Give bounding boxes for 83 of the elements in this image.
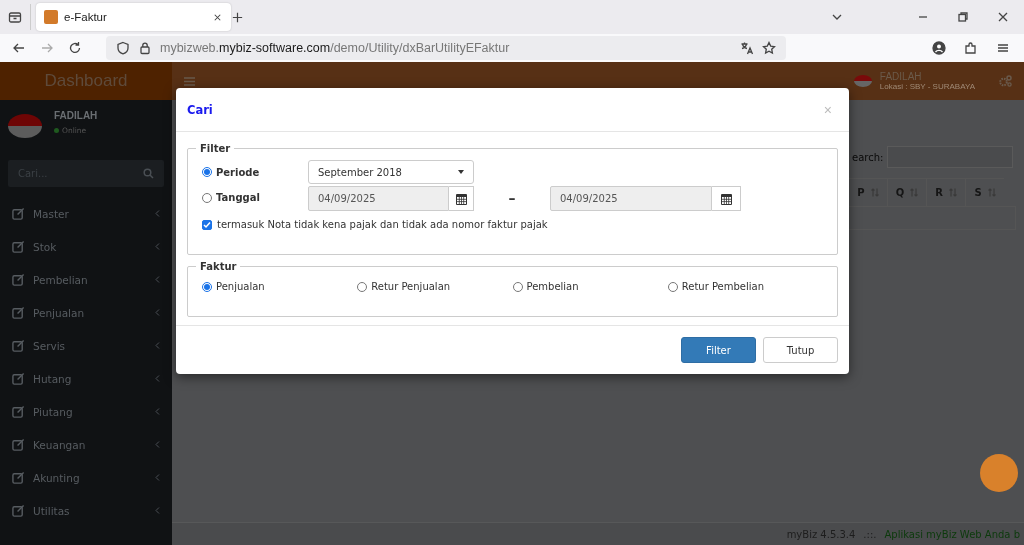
edit-icon: [12, 405, 25, 418]
sidebar-item[interactable]: Utilitas: [0, 494, 172, 527]
chevron-left-icon: [155, 507, 160, 514]
range-separator: –: [507, 189, 517, 206]
radio-label[interactable]: Retur Pembelian: [681, 281, 765, 292]
edit-icon: [12, 240, 25, 253]
radio-label[interactable]: Tanggal: [216, 192, 260, 203]
flag-icon: [853, 75, 872, 87]
sort-icon: [987, 188, 996, 197]
restore-icon[interactable]: [956, 10, 970, 24]
chevron-left-icon: [155, 276, 160, 283]
reload-icon[interactable]: [68, 41, 82, 55]
close-button[interactable]: Tutup: [763, 337, 838, 363]
chevron-left-icon: [155, 408, 160, 415]
site-icon: [44, 10, 58, 24]
close-icon[interactable]: [996, 10, 1010, 24]
brand-title[interactable]: Dashboard: [0, 62, 172, 100]
edit-icon: [12, 273, 25, 286]
shield-icon: [116, 41, 130, 55]
bookmark-star-icon[interactable]: [762, 41, 776, 55]
extensions-icon[interactable]: [964, 41, 978, 55]
calendar-button[interactable]: [712, 186, 741, 211]
translate-icon[interactable]: [740, 41, 754, 55]
chevron-left-icon: [155, 210, 160, 217]
edit-icon: [12, 207, 25, 220]
avatar-flag: [8, 114, 42, 138]
checkbox[interactable]: [202, 219, 212, 230]
checkbox-label[interactable]: termasuk Nota tidak kena pajak dan tidak ada nomor faktur pajak: [217, 219, 548, 230]
back-icon[interactable]: [12, 41, 26, 55]
radio-label[interactable]: Penjualan: [216, 281, 265, 292]
edit-icon: [12, 471, 25, 484]
edit-icon: [12, 504, 25, 517]
radio-label[interactable]: Retur Penjualan: [371, 281, 451, 292]
edit-icon: [12, 372, 25, 385]
tagline-text: Aplikasi myBiz Web Anda b: [884, 528, 1020, 540]
sort-icon: [910, 188, 919, 197]
chevron-left-icon: [155, 342, 160, 349]
chat-avatar[interactable]: [980, 454, 1018, 492]
user-name: FADILAH: [54, 110, 98, 121]
sidebar-item[interactable]: Servis: [0, 329, 172, 362]
menu-icon[interactable]: [996, 41, 1010, 55]
sidebar-item[interactable]: Master: [0, 197, 172, 230]
search-label: earch:: [852, 151, 884, 163]
chevron-left-icon: [155, 309, 160, 316]
location-text: Lokasi : SBY - SURABAYA: [879, 82, 975, 91]
filter-button[interactable]: Filter: [681, 337, 756, 363]
section-legend: Faktur: [196, 261, 241, 272]
edit-icon: [12, 306, 25, 319]
sort-icon: [948, 188, 957, 197]
period-select[interactable]: September 2018: [308, 160, 474, 184]
new-tab-icon[interactable]: [231, 10, 244, 24]
sort-icon: [870, 188, 879, 197]
account-icon[interactable]: [932, 41, 946, 55]
lock-icon: [138, 41, 152, 55]
radio-label[interactable]: Periode: [216, 166, 260, 178]
sidebar-item[interactable]: Stok: [0, 230, 172, 263]
radio-label[interactable]: Pembelian: [526, 281, 579, 292]
sidebar-item[interactable]: Pembelian: [0, 263, 172, 296]
calendar-button[interactable]: [449, 186, 474, 211]
radio-button[interactable]: [202, 167, 212, 177]
chevron-left-icon: [155, 441, 160, 448]
chevron-left-icon: [155, 375, 160, 382]
edit-icon: [12, 438, 25, 451]
sidebar-item[interactable]: Piutang: [0, 395, 172, 428]
sidebar-item[interactable]: Keuangan: [0, 428, 172, 461]
chevron-left-icon: [155, 243, 160, 250]
tab-list-icon[interactable]: [8, 10, 22, 24]
browser-tab[interactable]: e-Faktur: [36, 3, 231, 31]
sidebar-item[interactable]: Akunting: [0, 461, 172, 494]
calendar-icon: [720, 192, 732, 205]
section-legend: Filter: [196, 143, 235, 154]
sidebar-item[interactable]: Hutang: [0, 362, 172, 395]
caret-icon: [458, 170, 464, 174]
column-header[interactable]: Q: [887, 179, 926, 206]
edit-icon: [12, 339, 25, 352]
column-header[interactable]: R: [926, 179, 965, 206]
calendar-icon: [455, 192, 467, 205]
column-header[interactable]: S: [965, 179, 1004, 206]
separator-text: .::.: [863, 528, 877, 540]
dialog-title: Cari: [187, 102, 214, 117]
close-button[interactable]: ×: [817, 100, 838, 119]
chevron-left-icon: [155, 474, 160, 481]
sidebar-item[interactable]: Penjualan: [0, 296, 172, 329]
